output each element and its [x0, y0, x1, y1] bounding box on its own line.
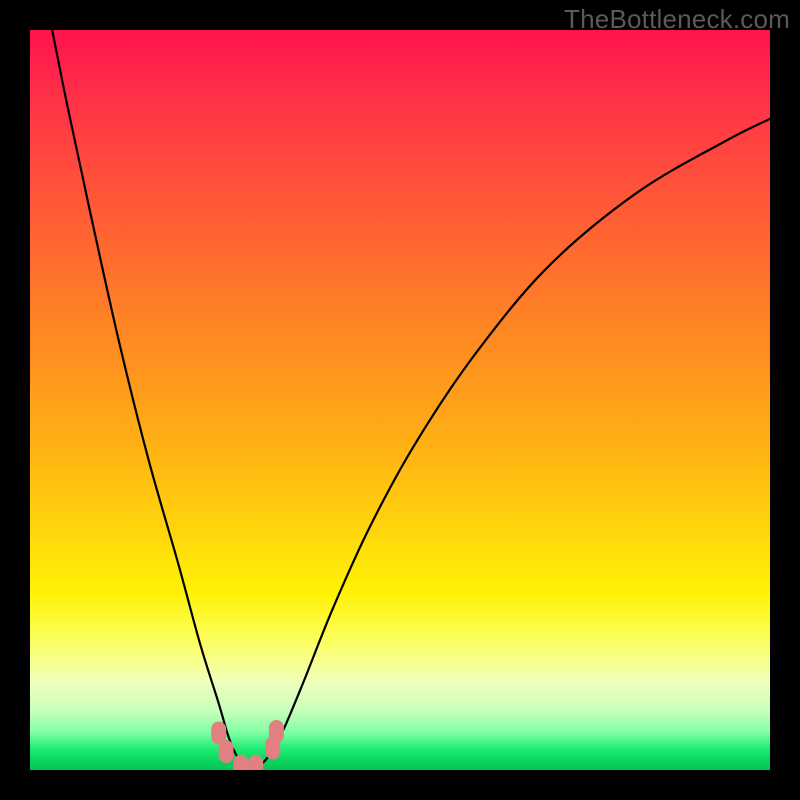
marker-group: [212, 721, 284, 770]
data-marker: [219, 741, 233, 763]
curve-svg: [30, 30, 770, 770]
data-marker: [234, 755, 248, 770]
plot-area: [30, 30, 770, 770]
data-marker: [249, 755, 263, 770]
data-marker: [266, 737, 280, 759]
chart-frame: TheBottleneck.com: [0, 0, 800, 800]
data-marker: [269, 721, 283, 743]
data-marker: [212, 722, 226, 744]
watermark-text: TheBottleneck.com: [564, 4, 790, 35]
bottleneck-curve: [52, 30, 770, 770]
